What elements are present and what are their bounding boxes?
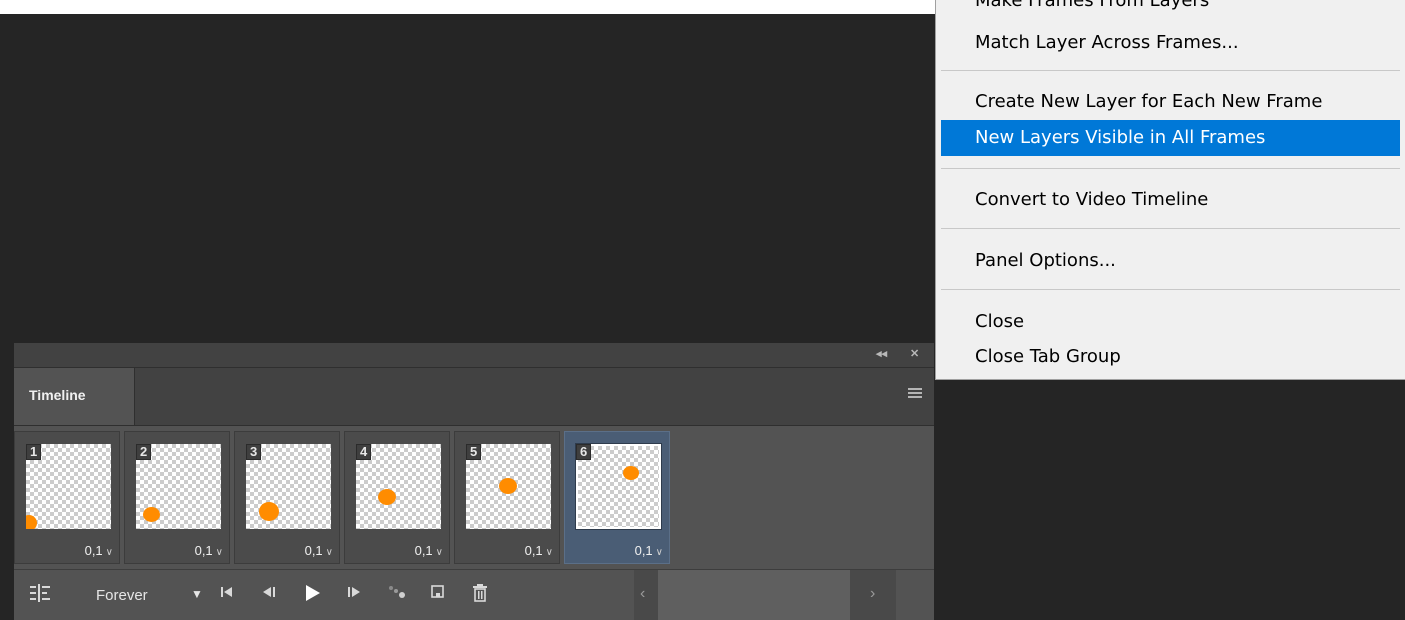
- frame-strip: 1 0,1 ∨ 2 0,1 ∨ 3 0,1 ∨ 4 0,1 ∨ 5 0,1 ∨ …: [14, 429, 934, 567]
- orange-dot: [623, 466, 639, 480]
- loop-dropdown-arrow-icon[interactable]: ▼: [191, 587, 203, 601]
- frame-delay-select[interactable]: 0,1 ∨: [635, 543, 663, 558]
- collapse-panel-icon[interactable]: ◂◂: [876, 347, 887, 360]
- tab-row: Timeline: [14, 368, 934, 426]
- chevron-down-icon: ∨: [105, 547, 113, 558]
- scroll-left-icon[interactable]: ‹: [640, 585, 645, 603]
- chevron-down-icon: ∨: [655, 547, 663, 558]
- orange-dot: [499, 478, 517, 494]
- frame-delay-value: 0,1: [524, 543, 543, 558]
- close-panel-icon[interactable]: ✕: [910, 347, 919, 360]
- tab-timeline[interactable]: Timeline: [14, 368, 135, 425]
- menu-item-close-tab-group[interactable]: Close Tab Group: [941, 339, 1400, 375]
- timeline-panel: ◂◂ ✕ Timeline 1 0,1 ∨ 2 0,1 ∨ 3 0,1 ∨ 4 …: [14, 343, 934, 620]
- frame-number: 6: [576, 444, 592, 460]
- timeline-controls: Forever ▼ ‹ ›: [14, 569, 934, 620]
- frame-scrollbar[interactable]: ‹ ›: [634, 570, 896, 620]
- delete-frame-icon[interactable]: [472, 584, 488, 608]
- frame-delay-value: 0,1: [634, 543, 653, 558]
- chevron-down-icon: ∨: [215, 547, 223, 558]
- animation-frame-6[interactable]: 6 0,1 ∨: [564, 431, 670, 564]
- menu-separator: [941, 289, 1400, 290]
- duplicate-frame-icon[interactable]: [430, 584, 446, 606]
- frame-number: 2: [136, 444, 152, 460]
- scroll-right-icon[interactable]: ›: [870, 585, 875, 603]
- panel-menu-icon[interactable]: [908, 388, 922, 398]
- scrollbar-thumb[interactable]: [658, 570, 850, 620]
- menu-item-match-layer[interactable]: Match Layer Across Frames...: [941, 25, 1400, 61]
- frame-delay-value: 0,1: [304, 543, 323, 558]
- frame-delay-select[interactable]: 0,1 ∨: [305, 543, 333, 558]
- frame-number: 4: [356, 444, 372, 460]
- menu-item-panel-options[interactable]: Panel Options...: [941, 243, 1400, 279]
- menu-item-new-layers-visible[interactable]: New Layers Visible in All Frames: [941, 120, 1400, 156]
- orange-dot: [143, 507, 160, 522]
- play-icon[interactable]: [304, 584, 320, 608]
- chevron-down-icon: ∨: [435, 547, 443, 558]
- timeline-convert-icon[interactable]: [30, 584, 50, 608]
- frame-delay-select[interactable]: 0,1 ∨: [415, 543, 443, 558]
- frame-number: 5: [466, 444, 482, 460]
- orange-dot: [378, 489, 396, 505]
- chevron-down-icon: ∨: [545, 547, 553, 558]
- menu-separator: [941, 70, 1400, 71]
- panel-title-bar: ◂◂ ✕: [14, 343, 934, 368]
- animation-frame-4[interactable]: 4 0,1 ∨: [344, 431, 450, 564]
- loop-select[interactable]: Forever: [96, 587, 148, 604]
- orange-dot: [259, 502, 279, 521]
- animation-frame-1[interactable]: 1 0,1 ∨: [14, 431, 120, 564]
- animation-frame-5[interactable]: 5 0,1 ∨: [454, 431, 560, 564]
- frame-delay-value: 0,1: [84, 543, 103, 558]
- menu-separator: [941, 228, 1400, 229]
- frame-delay-value: 0,1: [414, 543, 433, 558]
- menu-item-convert-video-timeline[interactable]: Convert to Video Timeline: [941, 182, 1400, 218]
- frame-number: 3: [246, 444, 262, 460]
- animation-frame-2[interactable]: 2 0,1 ∨: [124, 431, 230, 564]
- previous-frame-icon[interactable]: [261, 584, 277, 606]
- tween-icon[interactable]: [388, 584, 408, 606]
- frame-delay-select[interactable]: 0,1 ∨: [85, 543, 113, 558]
- menu-item-create-new-layer[interactable]: Create New Layer for Each New Frame: [941, 84, 1400, 120]
- menu-item-cut-off[interactable]: Make Frames From Layers: [975, 0, 1209, 11]
- frame-delay-select[interactable]: 0,1 ∨: [525, 543, 553, 558]
- tab-label: Timeline: [29, 387, 86, 403]
- first-frame-icon[interactable]: [219, 584, 235, 606]
- chevron-down-icon: ∨: [325, 547, 333, 558]
- frame-delay-select[interactable]: 0,1 ∨: [195, 543, 223, 558]
- menu-item-close[interactable]: Close: [941, 304, 1400, 340]
- menu-separator: [941, 168, 1400, 169]
- frame-number: 1: [26, 444, 42, 460]
- next-frame-icon[interactable]: [346, 584, 362, 606]
- animation-frame-3[interactable]: 3 0,1 ∨: [234, 431, 340, 564]
- frame-delay-value: 0,1: [194, 543, 213, 558]
- timeline-context-menu: Make Frames From Layers Match Layer Acro…: [935, 0, 1405, 380]
- orange-dot: [26, 515, 37, 529]
